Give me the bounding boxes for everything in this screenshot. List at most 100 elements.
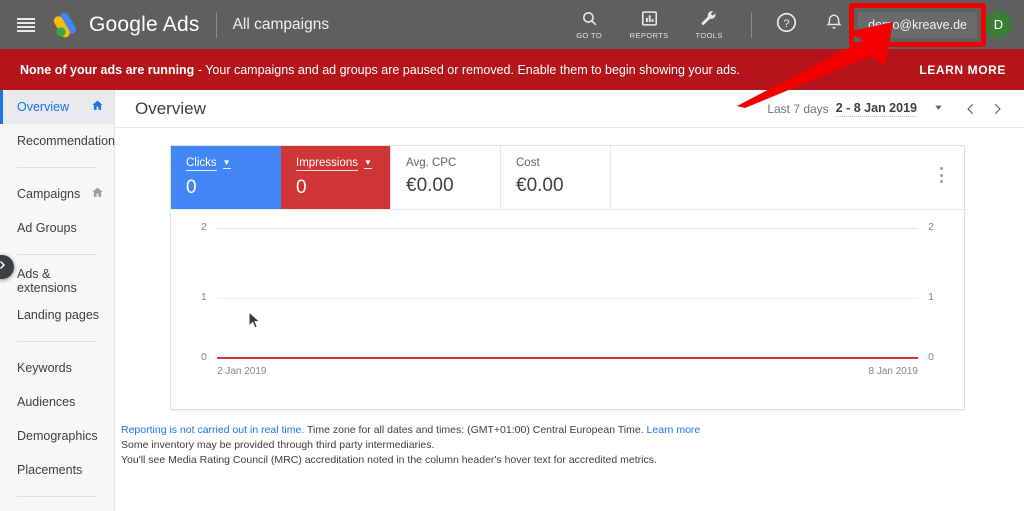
performance-chart: 2 2 1 1 0 0 2 Jan 2019 8 Jan 2019 [171,210,964,410]
notifications-button[interactable] [819,10,849,40]
sidebar-divider [17,341,97,342]
sidebar-item-label: Demographics [17,429,98,443]
top-bar-actions: GO TO REPORTS TOOLS ? demo@kreave.de D [559,0,1024,49]
date-range-selector: Last 7 days 2 - 8 Jan 2019 [767,96,1010,122]
sidebar-item-demographics[interactable]: Demographics [0,419,114,453]
metric-label: Cost [516,157,540,169]
metric-label-row: Impressions ▼ [296,157,390,171]
tools-wrench-icon [700,9,718,28]
tools-button[interactable]: TOOLS [688,9,730,40]
sidebar-item-ads-extensions[interactable]: Ads & extensions [0,264,114,298]
left-navigation-sidebar: Overview Recommendations Campaigns Ad Gr… [0,90,121,511]
sidebar-item-campaigns[interactable]: Campaigns [0,177,114,211]
overview-content: Clicks ▼ 0 Impressions ▼ 0 Avg. CPC €0.0… [115,128,1024,511]
gridline-1 [217,298,918,299]
sidebar-item-label: Overview [17,100,70,114]
account-email[interactable]: demo@kreave.de [858,11,977,38]
banner-learn-more-button[interactable]: LEARN MORE [919,63,1006,77]
previous-period-button[interactable] [958,96,984,122]
metric-cards-row: Clicks ▼ 0 Impressions ▼ 0 Avg. CPC €0.0… [171,146,964,210]
google-ads-logo [51,11,81,39]
hamburger-menu-icon[interactable] [17,17,35,32]
series-line-impressions [217,357,918,359]
performance-card: Clicks ▼ 0 Impressions ▼ 0 Avg. CPC €0.0… [170,145,965,410]
sidebar-item-label: Keywords [17,361,72,375]
sidebar-item-label: Recommendations [17,134,122,148]
caret-down-icon[interactable]: ▼ [222,159,231,169]
metric-value: 0 [186,177,197,198]
sidebar-item-audiences[interactable]: Audiences [0,385,114,419]
y-axis-tick-right-2: 2 [928,221,934,233]
y-axis-tick-left-1: 1 [201,291,207,303]
next-period-button[interactable] [984,96,1010,122]
notification-bell-icon [825,13,843,36]
help-button[interactable]: ? [771,10,801,40]
metric-card-cost[interactable]: Cost €0.00 [501,146,611,209]
gridline-2 [217,228,918,229]
date-range-preset: Last 7 days [767,101,829,116]
x-axis-tick-start: 2 Jan 2019 [217,366,267,377]
sidebar-item-ad-groups[interactable]: Ad Groups [0,211,114,245]
ads-not-running-banner: None of your ads are running - Your camp… [0,49,1024,90]
sidebar-item-label: Audiences [17,395,76,409]
search-icon [581,9,598,28]
y-axis-tick-right-1: 1 [928,291,934,303]
chevron-right-icon [0,258,8,276]
go-to-button[interactable]: GO TO [568,9,610,40]
go-to-label: GO TO [576,31,603,40]
reports-button[interactable]: REPORTS [628,9,670,40]
sidebar-item-keywords[interactable]: Keywords [0,351,114,385]
metric-label: Avg. CPC [406,157,457,169]
metric-card-avg-cpc[interactable]: Avg. CPC €0.00 [391,146,501,209]
sidebar-item-placements[interactable]: Placements [0,453,114,487]
footnote-line-3: You'll see Media Rating Council (MRC) ac… [121,454,657,466]
metric-value: 0 [296,177,307,198]
footnote-timezone-text: Time zone for all dates and times: (GMT+… [304,424,647,436]
banner-headline: None of your ads are running [20,62,195,77]
metric-card-impressions[interactable]: Impressions ▼ 0 [281,146,391,209]
footnote-line-1: Reporting is not carried out in real tim… [121,423,1024,438]
sidebar-item-overview[interactable]: Overview [0,90,114,124]
banner-body: Your campaigns and ad groups are paused … [205,62,740,77]
metric-label: Impressions [296,157,358,171]
y-axis-tick-left-2: 2 [201,221,207,233]
avatar[interactable]: D [985,11,1012,38]
account-email-highlight: +07 848 2004 demo@kreave.de [849,2,986,47]
divider [215,11,217,38]
metric-card-clicks[interactable]: Clicks ▼ 0 [171,146,281,209]
caret-down-icon[interactable]: ▼ [364,159,372,169]
sidebar-item-label: Ads & extensions [17,267,77,295]
sidebar-item-recommendations[interactable]: Recommendations [0,124,121,158]
sidebar-divider [17,496,97,497]
mouse-pointer-icon [248,310,261,334]
main-content: Overview Last 7 days 2 - 8 Jan 2019 Clic… [115,90,1024,511]
y-axis-tick-right-0: 0 [928,351,934,363]
sidebar-item-landing-pages[interactable]: Landing pages [0,298,114,332]
footnote-line-2: Some inventory may be provided through t… [121,439,435,451]
date-range-value[interactable]: 2 - 8 Jan 2019 [835,101,917,117]
google-ads-overview-page: Google Ads All campaigns GO TO REPORTS T… [0,0,1024,511]
sidebar-item-label: Landing pages [17,308,100,322]
svg-text:?: ? [783,17,789,29]
footnote-realtime-link[interactable]: Reporting is not carried out in real tim… [121,424,304,436]
page-header: Overview Last 7 days 2 - 8 Jan 2019 [115,90,1024,128]
banner-message: None of your ads are running - Your camp… [20,63,740,77]
sidebar-divider [17,254,97,255]
footnote-learn-more-link[interactable]: Learn more [647,424,701,436]
reporting-footnotes: Reporting is not carried out in real tim… [115,423,1024,468]
sidebar-item-settings[interactable]: Settings [0,506,114,511]
chevron-down-icon[interactable] [933,100,944,118]
home-icon [91,186,104,202]
top-app-bar: Google Ads All campaigns GO TO REPORTS T… [0,0,1024,49]
tools-label: TOOLS [695,31,723,40]
page-title: Overview [135,98,206,118]
banner-separator: - [194,62,206,77]
metric-value: €0.00 [406,175,454,196]
more-vertical-icon[interactable] [932,164,950,186]
sidebar-item-label: Placements [17,463,83,477]
help-question-icon: ? [776,12,797,38]
brand-title: Google Ads [89,12,200,36]
metric-label-row: Avg. CPC [406,157,500,169]
metric-value: €0.00 [516,175,564,196]
home-icon [91,99,104,115]
